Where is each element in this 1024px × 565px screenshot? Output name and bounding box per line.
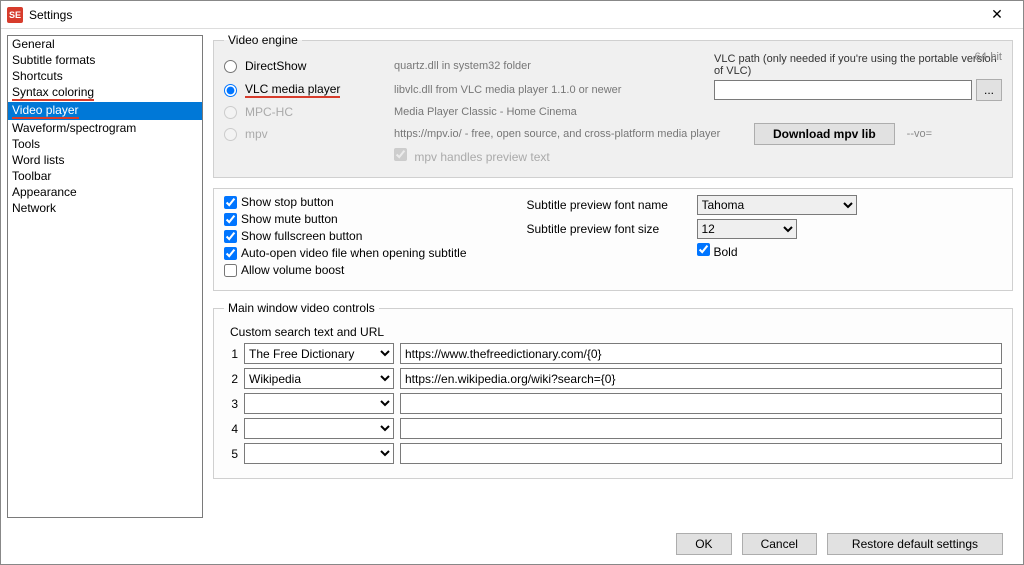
radio-mpc-hc: MPC-HC bbox=[224, 105, 394, 119]
search-name-combo-2[interactable]: Wikipedia bbox=[244, 368, 394, 389]
autoopen-checkbox[interactable]: Auto-open video file when opening subtit… bbox=[224, 246, 467, 260]
sidebar-item-toolbar[interactable]: Toolbar bbox=[8, 168, 202, 184]
window-title: Settings bbox=[29, 8, 977, 22]
cancel-button[interactable]: Cancel bbox=[742, 533, 817, 555]
options-group: Show stop button Show mute button Show f… bbox=[213, 188, 1013, 291]
search-row-2: 2 Wikipedia bbox=[224, 368, 1002, 389]
radio-vlc[interactable]: VLC media player bbox=[224, 82, 394, 98]
show-stop-label: Show stop button bbox=[241, 195, 334, 209]
autoopen-label: Auto-open video file when opening subtit… bbox=[241, 246, 467, 260]
search-url-input-3[interactable] bbox=[400, 393, 1002, 414]
arch-label: 64-bit bbox=[974, 51, 1002, 63]
video-engine-group: Video engine 64-bit DirectShow quartz.dl… bbox=[213, 33, 1013, 178]
sidebar-item-video-player[interactable]: Video player bbox=[8, 102, 202, 120]
preview-font-size-label: Subtitle preview font size bbox=[527, 222, 687, 236]
bold-label: Bold bbox=[714, 245, 738, 259]
sidebar-item-general[interactable]: General bbox=[8, 36, 202, 52]
search-name-combo-5[interactable] bbox=[244, 443, 394, 464]
titlebar: SE Settings ✕ bbox=[1, 1, 1023, 29]
search-row-1: 1 The Free Dictionary bbox=[224, 343, 1002, 364]
settings-window: SE Settings ✕ GeneralSubtitle formatsSho… bbox=[0, 0, 1024, 565]
radio-directshow[interactable]: DirectShow bbox=[224, 59, 394, 73]
sidebar: GeneralSubtitle formatsShortcutsSyntax c… bbox=[7, 35, 203, 518]
preview-font-name-combo[interactable]: Tahoma bbox=[697, 195, 857, 215]
radio-mpc-hc-label: MPC-HC bbox=[245, 105, 293, 119]
radio-vlc-label: VLC media player bbox=[245, 82, 340, 98]
mpc-hc-desc: Media Player Classic - Home Cinema bbox=[394, 106, 714, 118]
sidebar-item-syntax-coloring[interactable]: Syntax coloring bbox=[8, 84, 202, 102]
search-row-num: 1 bbox=[224, 347, 238, 361]
sidebar-item-tools[interactable]: Tools bbox=[8, 136, 202, 152]
volume-boost-checkbox[interactable]: Allow volume boost bbox=[224, 263, 467, 277]
app-icon: SE bbox=[7, 7, 23, 23]
volume-boost-label: Allow volume boost bbox=[241, 263, 344, 277]
sidebar-item-shortcuts[interactable]: Shortcuts bbox=[8, 68, 202, 84]
bold-checkbox[interactable]: Bold bbox=[697, 243, 738, 259]
vlc-path-input[interactable] bbox=[714, 80, 972, 100]
show-stop-checkbox[interactable]: Show stop button bbox=[224, 195, 467, 209]
search-row-num: 4 bbox=[224, 422, 238, 436]
show-mute-label: Show mute button bbox=[241, 212, 338, 226]
video-engine-legend: Video engine bbox=[224, 33, 302, 47]
main-window-video-controls-legend: Main window video controls bbox=[224, 301, 379, 315]
mpv-desc: https://mpv.io/ - free, open source, and… bbox=[394, 128, 754, 140]
footer: OK Cancel Restore default settings bbox=[1, 524, 1023, 564]
search-url-input-1[interactable] bbox=[400, 343, 1002, 364]
vlc-path-label: VLC path (only needed if you're using th… bbox=[714, 53, 1002, 77]
mpv-preview-label: mpv handles preview text bbox=[414, 150, 549, 164]
vlc-desc: libvlc.dll from VLC media player 1.1.0 o… bbox=[394, 84, 714, 96]
sidebar-item-network[interactable]: Network bbox=[8, 200, 202, 216]
sidebar-item-word-lists[interactable]: Word lists bbox=[8, 152, 202, 168]
download-mpv-button[interactable]: Download mpv lib bbox=[754, 123, 895, 145]
sidebar-item-waveform-spectrogram[interactable]: Waveform/spectrogram bbox=[8, 120, 202, 136]
search-row-num: 2 bbox=[224, 372, 238, 386]
search-url-input-5[interactable] bbox=[400, 443, 1002, 464]
vo-label: --vo= bbox=[907, 128, 932, 140]
show-fullscreen-label: Show fullscreen button bbox=[241, 229, 362, 243]
preview-font-size-combo[interactable]: 12 bbox=[697, 219, 797, 239]
sidebar-item-subtitle-formats[interactable]: Subtitle formats bbox=[8, 52, 202, 68]
search-row-num: 3 bbox=[224, 397, 238, 411]
search-name-combo-4[interactable] bbox=[244, 418, 394, 439]
content-pane: Video engine 64-bit DirectShow quartz.dl… bbox=[203, 29, 1023, 524]
search-row-5: 5 bbox=[224, 443, 1002, 464]
restore-defaults-button[interactable]: Restore default settings bbox=[827, 533, 1003, 555]
ok-button[interactable]: OK bbox=[676, 533, 731, 555]
radio-mpv: mpv bbox=[224, 127, 394, 141]
search-row-3: 3 bbox=[224, 393, 1002, 414]
custom-search-subtitle: Custom search text and URL bbox=[230, 325, 1002, 339]
search-url-input-2[interactable] bbox=[400, 368, 1002, 389]
sidebar-item-appearance[interactable]: Appearance bbox=[8, 184, 202, 200]
show-mute-checkbox[interactable]: Show mute button bbox=[224, 212, 467, 226]
radio-directshow-label: DirectShow bbox=[245, 59, 306, 73]
show-fullscreen-checkbox[interactable]: Show fullscreen button bbox=[224, 229, 467, 243]
close-icon[interactable]: ✕ bbox=[977, 6, 1017, 23]
preview-font-name-label: Subtitle preview font name bbox=[527, 198, 687, 212]
radio-mpv-label: mpv bbox=[245, 127, 268, 141]
main-window-video-controls-group: Main window video controls Custom search… bbox=[213, 301, 1013, 479]
mpv-preview-checkbox: mpv handles preview text bbox=[394, 150, 550, 164]
search-name-combo-3[interactable] bbox=[244, 393, 394, 414]
search-url-input-4[interactable] bbox=[400, 418, 1002, 439]
directshow-desc: quartz.dll in system32 folder bbox=[394, 60, 714, 72]
vlc-path-browse-button[interactable]: ... bbox=[976, 79, 1002, 101]
search-row-num: 5 bbox=[224, 447, 238, 461]
search-row-4: 4 bbox=[224, 418, 1002, 439]
search-name-combo-1[interactable]: The Free Dictionary bbox=[244, 343, 394, 364]
